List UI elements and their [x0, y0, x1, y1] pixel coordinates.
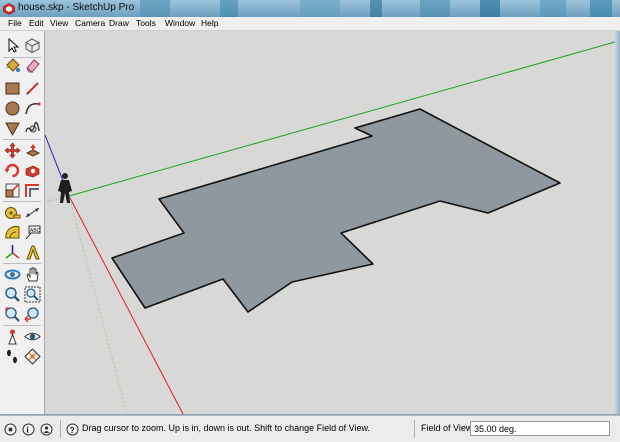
protractor-icon[interactable]	[3, 223, 22, 242]
paint-bucket-icon[interactable]	[3, 56, 22, 75]
menu-file[interactable]: File	[8, 17, 22, 30]
scale-icon[interactable]	[3, 181, 22, 200]
large-tool-set: ABC	[0, 31, 45, 414]
axes-icon[interactable]	[3, 243, 22, 262]
help-icon[interactable]: ?	[66, 423, 79, 436]
walk-icon[interactable]	[3, 347, 22, 366]
toolbar-separator	[3, 139, 41, 140]
drawing-canvas[interactable]	[45, 31, 615, 414]
follow-me-icon[interactable]	[23, 161, 42, 180]
zoom-icon[interactable]	[3, 285, 22, 304]
menu-camera[interactable]: Camera	[75, 17, 105, 30]
polygon-icon[interactable]	[3, 119, 22, 138]
menu-tools[interactable]: Tools	[136, 17, 156, 30]
credits-icon[interactable]: i	[22, 423, 35, 436]
red-axis-hidden	[45, 195, 70, 203]
arc-icon[interactable]	[23, 99, 42, 118]
zoom-window-icon[interactable]	[23, 285, 42, 304]
measurement-input[interactable]: 35.00 deg.	[470, 421, 610, 436]
toolbar-separator	[3, 263, 41, 264]
text-icon[interactable]: ABC	[23, 223, 42, 242]
status-divider	[414, 420, 415, 438]
push-pull-icon[interactable]	[23, 141, 42, 160]
svg-text:ABC: ABC	[30, 228, 41, 234]
rectangle-icon[interactable]	[3, 79, 22, 98]
menu-edit[interactable]: Edit	[29, 17, 44, 30]
status-divider	[60, 420, 61, 438]
window-edge	[615, 31, 620, 414]
menu-view[interactable]: View	[50, 17, 68, 30]
svg-text:?: ?	[70, 426, 75, 435]
zoom-extents-icon[interactable]	[3, 305, 22, 324]
position-camera-icon[interactable]	[3, 327, 22, 346]
move-icon[interactable]	[3, 141, 22, 160]
dimension-icon[interactable]	[23, 203, 42, 222]
status-message: Drag cursor to zoom. Up is in, down is o…	[82, 423, 370, 433]
orbit-icon[interactable]	[3, 265, 22, 284]
geo-location-icon[interactable]	[4, 423, 17, 436]
green-axis-hidden	[68, 195, 128, 414]
measurement-label: Field of View	[421, 423, 473, 433]
rotate-icon[interactable]	[3, 161, 22, 180]
menu-help[interactable]: Help	[201, 17, 218, 30]
toolbar-separator	[3, 201, 41, 202]
red-axis	[68, 195, 184, 414]
user-icon[interactable]	[40, 423, 53, 436]
house-footprint-face[interactable]	[111, 108, 561, 313]
toolbar-separator	[3, 325, 41, 326]
menu-bar: File Edit View Camera Draw Tools Window …	[0, 17, 620, 31]
window-title: house.skp - SketchUp Pro	[18, 2, 135, 13]
status-bar: i ? Drag cursor to zoom. Up is in, down …	[0, 415, 620, 442]
pan-icon[interactable]	[23, 265, 42, 284]
section-plane-icon[interactable]	[23, 347, 42, 366]
look-around-icon[interactable]	[23, 327, 42, 346]
sketchup-icon	[3, 2, 15, 15]
select-icon[interactable]	[3, 36, 22, 55]
make-component-icon[interactable]	[23, 36, 42, 55]
menu-window[interactable]: Window	[165, 17, 195, 30]
circle-icon[interactable]	[3, 99, 22, 118]
menu-draw[interactable]: Draw	[109, 17, 129, 30]
previous-view-icon[interactable]	[23, 305, 42, 324]
tape-measure-icon[interactable]	[3, 203, 22, 222]
line-icon[interactable]	[23, 79, 42, 98]
title-bar[interactable]: house.skp - SketchUp Pro	[0, 0, 620, 17]
offset-icon[interactable]	[23, 181, 42, 200]
3d-text-icon[interactable]	[23, 243, 42, 262]
freehand-icon[interactable]	[23, 119, 42, 138]
eraser-icon[interactable]	[23, 56, 42, 75]
